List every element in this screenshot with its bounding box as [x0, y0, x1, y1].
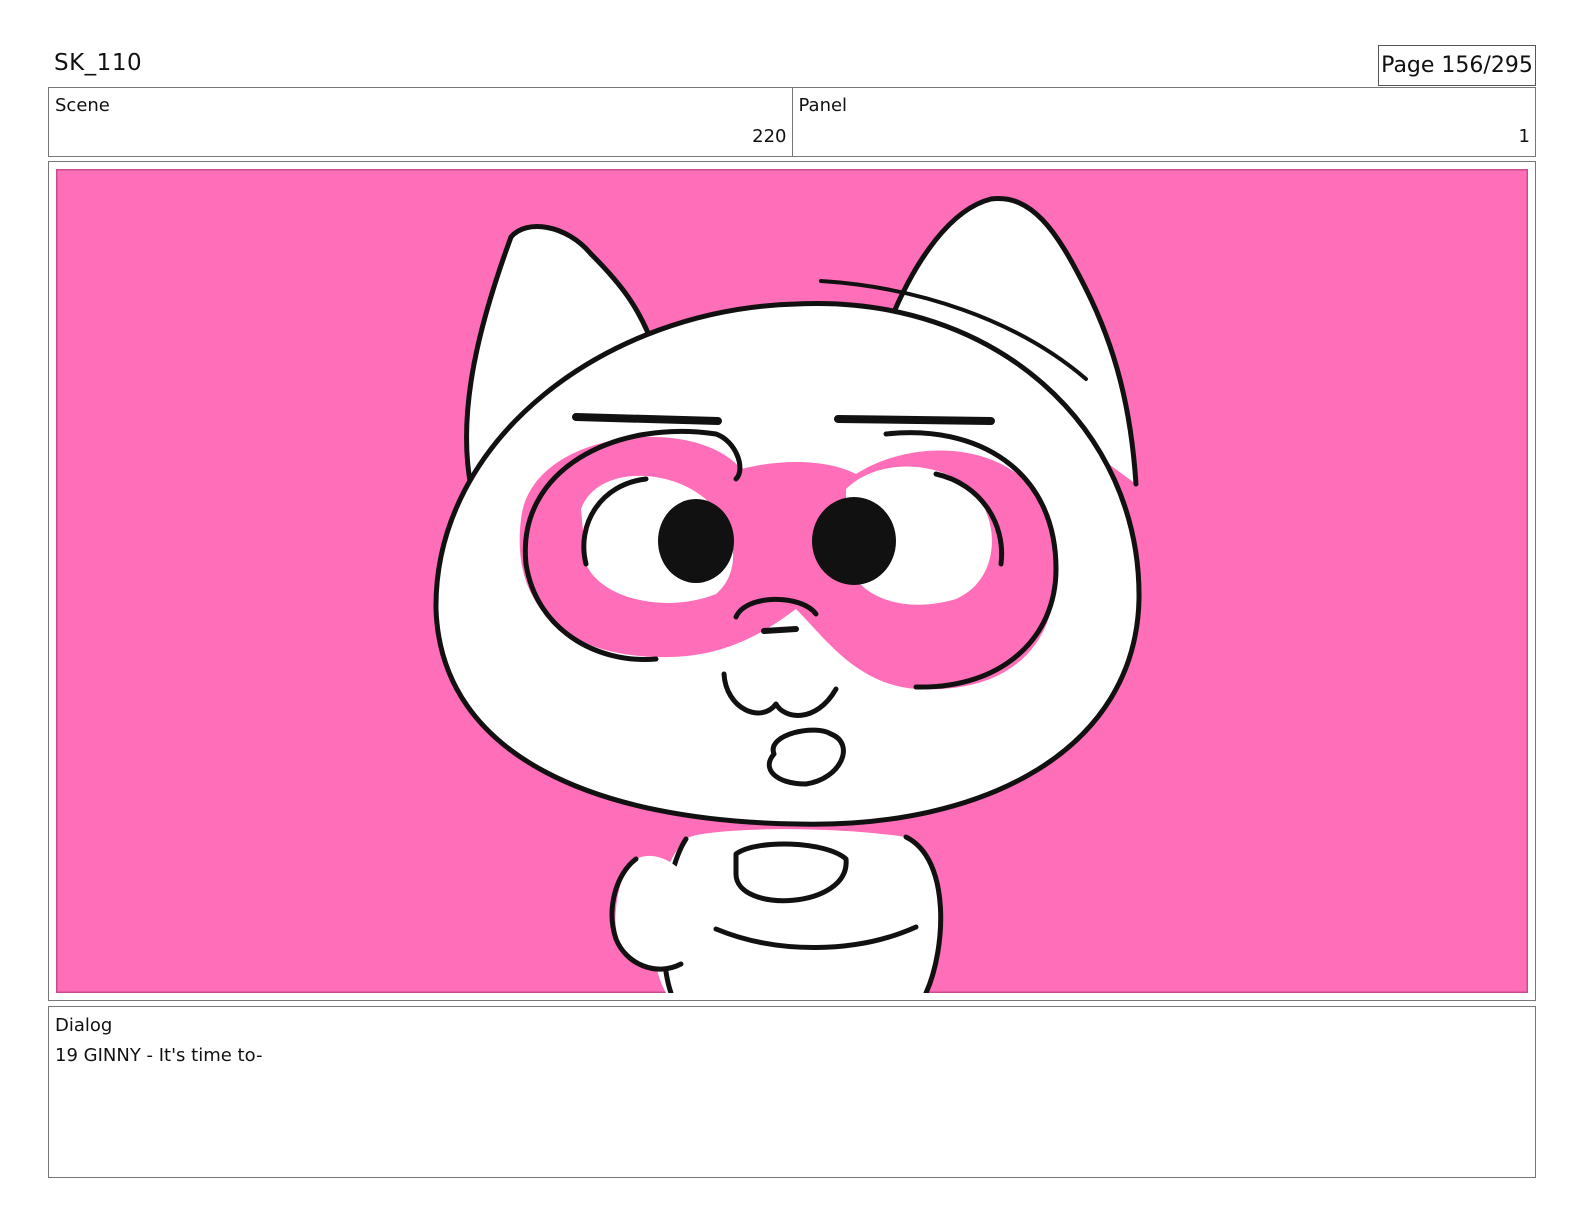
dialog-text: 19 GINNY - It's time to- [55, 1045, 263, 1066]
document-title: SK_110 [54, 50, 143, 76]
panel-label: Panel [798, 95, 848, 116]
panel-image-frame [48, 161, 1536, 1001]
storyboard-page: SK_110 Page 156/295 Scene 220 Panel 1 Di… [0, 0, 1584, 1224]
dialog-label: Dialog [55, 1015, 113, 1036]
dialog-box: Dialog 19 GINNY - It's time to- [48, 1006, 1536, 1178]
panel-number: 1 [1518, 126, 1530, 147]
cat-character-sketch-icon [56, 169, 1528, 993]
scene-panel-info: Scene 220 Panel 1 [48, 87, 1536, 157]
scene-cell: Scene 220 [49, 88, 792, 156]
scene-number: 220 [752, 126, 787, 147]
panel-cell: Panel 1 [791, 88, 1536, 156]
scene-label: Scene [55, 95, 110, 116]
page-counter: Page 156/295 [1378, 45, 1536, 86]
